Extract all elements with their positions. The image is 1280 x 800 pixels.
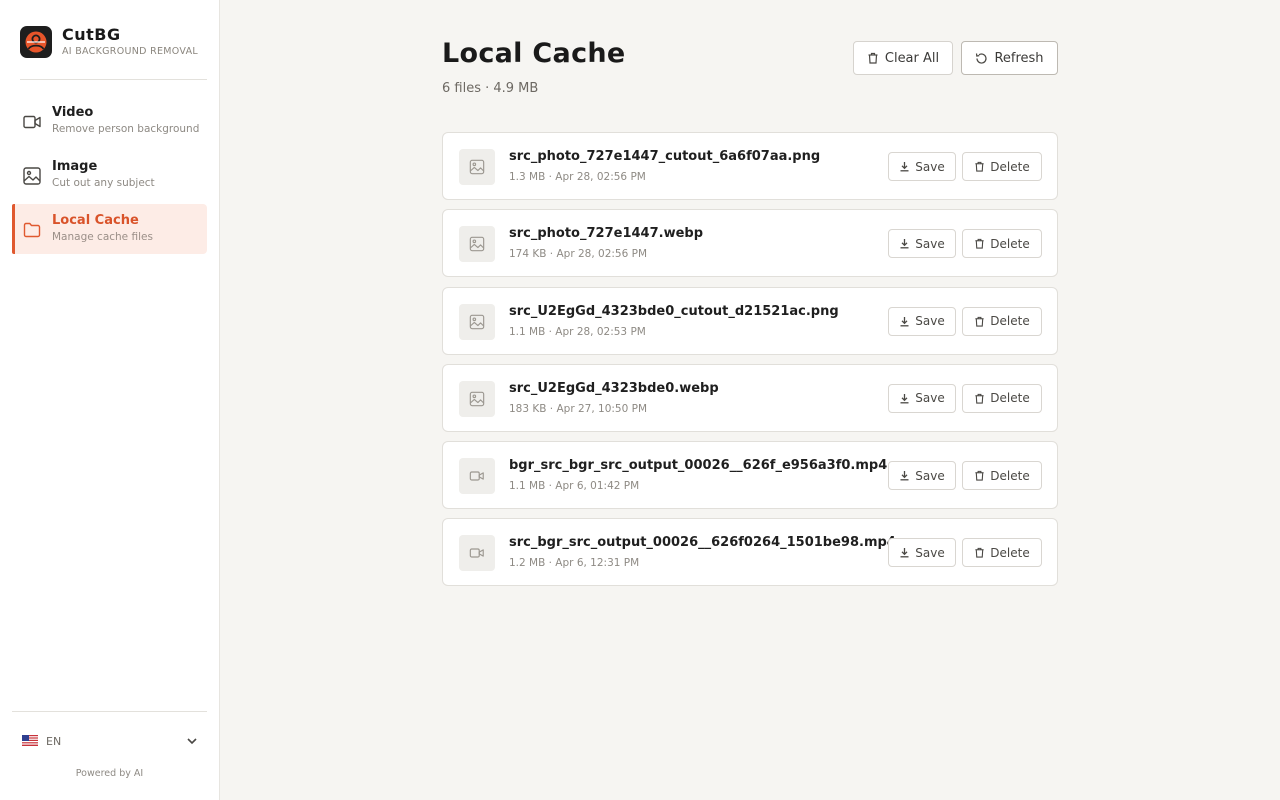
file-name: src_U2EgGd_4323bde0_cutout_d21521ac.png <box>509 303 839 319</box>
trash-icon <box>975 393 984 404</box>
trash-icon <box>975 471 984 481</box>
file-thumbnail <box>459 380 495 417</box>
save-button[interactable]: Save <box>888 152 956 181</box>
file-meta: 183 KB · Apr 27, 10:50 PM <box>509 402 648 415</box>
download-icon <box>900 239 909 249</box>
file-meta: 1.2 MB · Apr 6, 12:31 PM <box>509 557 640 570</box>
file-meta: 1.1 MB · Apr 28, 02:53 PM <box>509 325 646 338</box>
language-selector[interactable]: EN <box>22 734 198 750</box>
save-label: Save <box>915 159 945 174</box>
file-meta: 1.1 MB · Apr 6, 01:42 PM <box>509 480 640 493</box>
image-icon <box>469 237 485 252</box>
file-card: src_U2EgGd_4323bde0.webp 183 KB · Apr 27… <box>442 363 1058 432</box>
save-label: Save <box>915 314 945 329</box>
file-thumbnail <box>459 458 495 495</box>
trash-icon <box>975 239 984 249</box>
brand-tagline: AI BACKGROUND REMOVAL <box>62 46 198 57</box>
file-list: src_photo_727e1447_cutout_6a6f07aa.png 1… <box>442 132 1058 596</box>
language-code: EN <box>46 735 62 748</box>
video-icon <box>23 113 41 131</box>
delete-label: Delete <box>990 236 1030 251</box>
file-thumbnail <box>459 303 495 340</box>
refresh-label: Refresh <box>994 50 1044 66</box>
trash-icon <box>868 52 878 64</box>
file-name: src_photo_727e1447_cutout_6a6f07aa.png <box>509 149 821 164</box>
download-icon <box>900 162 909 172</box>
save-button[interactable]: Save <box>888 461 956 491</box>
delete-label: Delete <box>990 159 1030 174</box>
page-title: Local Cache <box>442 38 626 69</box>
trash-icon <box>975 316 984 327</box>
save-label: Save <box>915 236 945 251</box>
download-icon <box>900 471 909 481</box>
sidebar-item-title: Image <box>52 159 98 174</box>
file-card: src_bgr_src_output_00026__626f0264_1501b… <box>442 518 1058 587</box>
file-thumbnail <box>459 226 495 263</box>
save-button[interactable]: Save <box>888 383 956 413</box>
logo-icon <box>20 26 52 58</box>
sidebar-item-local-cache[interactable]: Local Cache Manage cache files <box>12 204 207 254</box>
download-icon <box>900 393 909 404</box>
download-icon <box>900 548 909 558</box>
file-card: src_photo_727e1447.webp 174 KB · Apr 28,… <box>442 209 1058 278</box>
brand-name: CutBG <box>62 25 121 44</box>
trash-icon <box>975 161 984 172</box>
cache-summary: 6 files · 4.9 MB <box>442 81 539 96</box>
delete-button[interactable]: Delete <box>962 383 1042 413</box>
file-name: bgr_src_bgr_src_output_00026__626f_e956a… <box>509 458 888 474</box>
sidebar: CutBG AI BACKGROUND REMOVAL Video Remove… <box>0 0 220 800</box>
sidebar-item-title: Local Cache <box>52 213 139 228</box>
delete-button[interactable]: Delete <box>962 538 1042 568</box>
sidebar-item-title: Video <box>52 105 94 120</box>
save-button[interactable]: Save <box>888 306 956 336</box>
image-icon <box>469 159 485 175</box>
refresh-button[interactable]: Refresh <box>961 41 1058 75</box>
file-name: src_U2EgGd_4323bde0.webp <box>509 380 719 396</box>
sidebar-item-desc: Cut out any subject <box>52 177 155 189</box>
delete-button[interactable]: Delete <box>962 152 1042 181</box>
delete-button[interactable]: Delete <box>962 461 1042 491</box>
delete-button[interactable]: Delete <box>962 229 1042 259</box>
clear-all-label: Clear All <box>884 50 940 66</box>
file-thumbnail <box>459 535 495 572</box>
file-name: src_photo_727e1447.webp <box>509 226 704 242</box>
download-icon <box>900 316 909 327</box>
sidebar-item-desc: Remove person background <box>52 123 200 135</box>
sidebar-item-desc: Manage cache files <box>52 231 153 243</box>
delete-label: Delete <box>990 545 1030 560</box>
sidebar-footer: EN Powered by AI <box>12 711 207 779</box>
file-meta: 1.3 MB · Apr 28, 02:56 PM <box>509 171 646 183</box>
delete-button[interactable]: Delete <box>962 306 1042 336</box>
video-icon <box>469 471 484 481</box>
video-icon <box>469 548 484 559</box>
image-icon <box>23 167 41 185</box>
file-card: bgr_src_bgr_src_output_00026__626f_e956a… <box>442 441 1058 510</box>
sidebar-nav: Video Remove person background Image Cut… <box>12 96 207 258</box>
image-icon <box>469 314 485 329</box>
file-name: src_bgr_src_output_00026__626f0264_1501b… <box>509 535 896 551</box>
save-label: Save <box>915 545 945 560</box>
powered-by-text: Powered by AI <box>75 768 144 779</box>
folder-icon <box>23 221 41 239</box>
file-card: src_U2EgGd_4323bde0_cutout_d21521ac.png … <box>442 286 1058 355</box>
save-button[interactable]: Save <box>888 229 956 259</box>
file-card: src_photo_727e1447_cutout_6a6f07aa.png 1… <box>442 132 1058 200</box>
delete-label: Delete <box>990 468 1030 483</box>
us-flag-icon <box>22 735 38 746</box>
trash-icon <box>975 548 984 559</box>
sidebar-item-video[interactable]: Video Remove person background <box>12 96 207 146</box>
chevron-down-icon <box>187 738 197 745</box>
delete-label: Delete <box>990 391 1030 406</box>
file-meta: 174 KB · Apr 28, 02:56 PM <box>509 248 648 261</box>
delete-label: Delete <box>990 314 1030 329</box>
save-label: Save <box>915 391 945 406</box>
sidebar-item-image[interactable]: Image Cut out any subject <box>12 150 207 200</box>
file-thumbnail <box>459 149 495 185</box>
brand: CutBG AI BACKGROUND REMOVAL <box>20 25 207 80</box>
save-label: Save <box>915 468 945 483</box>
image-icon <box>469 391 485 407</box>
save-button[interactable]: Save <box>888 538 956 568</box>
clear-all-button[interactable]: Clear All <box>853 41 953 75</box>
refresh-icon <box>976 52 988 64</box>
